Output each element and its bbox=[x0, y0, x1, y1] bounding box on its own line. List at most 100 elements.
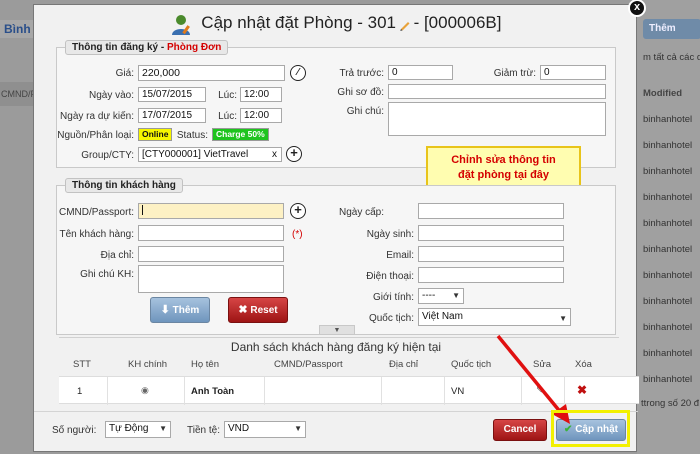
main-radio[interactable]: ◉ bbox=[141, 385, 149, 396]
col-name: Họ tên bbox=[191, 359, 219, 370]
reset-button[interactable]: ✖ Reset bbox=[228, 297, 288, 323]
table-cell: binhanhotel bbox=[643, 244, 693, 255]
dialog-title: Cập nhật đặt Phòng - 301 - [000006B] bbox=[34, 13, 638, 43]
issue-date-input[interactable] bbox=[418, 203, 564, 219]
table-cell: binhanhotel bbox=[643, 296, 693, 307]
table-cell: binhanhotel bbox=[643, 192, 693, 203]
registration-legend: Thông tin đăng ký - Phòng Đơn bbox=[65, 40, 229, 55]
id-label: CMND/Passport: bbox=[58, 207, 134, 218]
nationality-select[interactable]: Việt Nam ▼ bbox=[418, 308, 571, 326]
add-label: Thêm bbox=[649, 23, 676, 34]
currency-label: Tiền tệ: bbox=[187, 425, 220, 436]
user-edit-icon bbox=[171, 15, 190, 36]
table-cell: binhanhotel bbox=[643, 322, 693, 333]
checkout-date-input[interactable]: 17/07/2015 bbox=[138, 108, 206, 123]
customer-name-label: Tên khách hàng: bbox=[59, 229, 135, 240]
email-input[interactable] bbox=[418, 246, 564, 262]
address-input[interactable] bbox=[138, 246, 284, 262]
checkin-time-input[interactable]: 12:00 bbox=[240, 87, 282, 102]
instruction-callout: Chỉnh sửa thông tin đặt phòng tại đây bbox=[426, 146, 581, 188]
status-label: Status: bbox=[176, 130, 208, 141]
nationality-label: Quốc tịch: bbox=[368, 313, 414, 324]
chevron-down-icon: ▼ bbox=[452, 291, 460, 300]
row-nationality: VN bbox=[451, 386, 465, 397]
price-input[interactable]: 220,000 bbox=[138, 65, 285, 81]
col-nationality: Quốc tịch bbox=[451, 359, 492, 370]
address-label: Địa chỉ: bbox=[100, 250, 134, 261]
price-label: Giá: bbox=[115, 68, 134, 79]
group-value: [CTY000001] VietTravel bbox=[142, 149, 249, 160]
col-stt: STT bbox=[73, 359, 91, 370]
customer-legend: Thông tin khách hàng bbox=[65, 178, 183, 193]
id-input[interactable] bbox=[138, 203, 284, 219]
table-cell: binhanhotel bbox=[643, 166, 693, 177]
note-text: m tất cả các d bbox=[643, 52, 700, 63]
group-label: Group/CTY: bbox=[81, 150, 134, 161]
required-mark: (*) bbox=[292, 229, 303, 240]
phone-input[interactable] bbox=[418, 267, 564, 283]
birth-input[interactable] bbox=[418, 225, 564, 241]
note-textarea[interactable] bbox=[388, 102, 606, 136]
highlight-box bbox=[551, 410, 630, 447]
ledger-label: Ghi sơ đồ: bbox=[337, 87, 384, 98]
close-icon: ✖ bbox=[238, 304, 248, 316]
clear-group-icon[interactable]: x bbox=[272, 149, 277, 161]
customer-note-textarea[interactable] bbox=[138, 265, 284, 293]
add-customer-button[interactable]: ⬇ Thêm bbox=[150, 297, 210, 323]
add-group-icon[interactable]: + bbox=[286, 146, 302, 162]
callout-line-1: Chỉnh sửa thông tin bbox=[451, 154, 556, 166]
nationality-value: Việt Nam bbox=[422, 311, 463, 322]
discount-input[interactable]: 0 bbox=[540, 65, 606, 80]
note-label: Ghi chú: bbox=[346, 106, 384, 117]
prepaid-input[interactable]: 0 bbox=[388, 65, 453, 80]
checkin-time-label: Lúc: bbox=[218, 90, 237, 101]
booking-code: - [000006B] bbox=[413, 13, 502, 32]
checkout-time-input[interactable]: 12:00 bbox=[240, 108, 282, 123]
pencil-icon[interactable] bbox=[399, 19, 411, 32]
background-right-panel: Thêm m tất cả các d Modified binhanhotel… bbox=[637, 0, 700, 454]
col-passport: CMND/Passport bbox=[274, 359, 343, 370]
add-id-icon[interactable]: + bbox=[290, 203, 306, 219]
status-badge[interactable]: Charge 50% bbox=[212, 128, 269, 141]
gender-select[interactable]: ---- ▼ bbox=[418, 288, 464, 304]
add-button[interactable]: Thêm bbox=[643, 19, 700, 39]
discount-label: Giảm trừ: bbox=[493, 68, 536, 79]
customer-note-label: Ghi chú KH: bbox=[80, 269, 134, 280]
chevron-down-icon: ▼ bbox=[294, 424, 302, 433]
currency-value: VND bbox=[228, 423, 250, 434]
checkin-date-input[interactable]: 15/07/2015 bbox=[138, 87, 206, 102]
table-cell: binhanhotel bbox=[643, 140, 693, 151]
birth-label: Ngày sinh: bbox=[366, 229, 414, 240]
dialog-title-text: Cập nhật đặt Phòng - 301 bbox=[201, 13, 396, 32]
col-main: KH chính bbox=[128, 359, 168, 370]
ledger-input[interactable] bbox=[388, 84, 606, 99]
modified-header: Modified bbox=[643, 88, 683, 99]
column-header: CMND/P bbox=[0, 82, 34, 106]
edit-price-icon[interactable]: ⁄ bbox=[290, 65, 306, 81]
source-badge[interactable]: Online bbox=[138, 128, 173, 141]
table-cell: binhanhotel bbox=[643, 348, 693, 359]
phone-label: Điện thoại: bbox=[366, 271, 414, 282]
chevron-down-icon: ▼ bbox=[559, 314, 567, 323]
people-select[interactable]: Tự Động ▼ bbox=[105, 421, 171, 438]
row-name: Anh Toàn bbox=[191, 386, 235, 397]
table-cell: binhanhotel bbox=[643, 270, 693, 281]
people-value: Tự Động bbox=[109, 423, 149, 434]
prepaid-label: Trả trước: bbox=[339, 68, 384, 79]
col-address: Địa chỉ bbox=[389, 359, 419, 370]
currency-select[interactable]: VND ▼ bbox=[224, 421, 306, 438]
customer-name-input[interactable] bbox=[138, 225, 284, 241]
chevron-down-icon: ▼ bbox=[159, 424, 167, 433]
app-title: Bình bbox=[0, 20, 34, 38]
pagination-text: ttrong số 20 đ bbox=[641, 398, 700, 409]
group-input[interactable]: [CTY000001] VietTravel x bbox=[138, 147, 282, 162]
checkout-label: Ngày ra dự kiến: bbox=[60, 111, 134, 122]
email-label: Email: bbox=[386, 250, 414, 261]
gender-value: ---- bbox=[422, 290, 436, 301]
table-cell: binhanhotel bbox=[643, 218, 693, 229]
collapse-toggle[interactable]: ▼ bbox=[319, 325, 355, 335]
download-icon: ⬇ bbox=[160, 304, 170, 316]
table-cell: binhanhotel bbox=[643, 374, 693, 385]
source-label: Nguồn/Phân loại: bbox=[57, 130, 134, 141]
gender-label: Giới tính: bbox=[372, 292, 414, 303]
